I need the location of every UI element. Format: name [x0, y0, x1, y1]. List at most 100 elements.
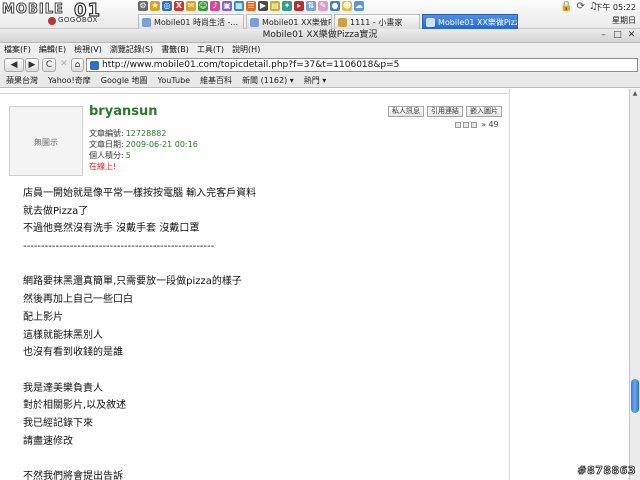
window-icon — [426, 17, 435, 27]
menu-bar: 檔案(F) 編輯(E) 檢視(V) 瀏覽記錄(S) 書籤(B) 工具(T) 說明… — [0, 43, 640, 56]
sync-icon[interactable]: ⟳ — [576, 1, 584, 13]
stop-button[interactable]: ✕ — [58, 58, 70, 72]
calendar-icon[interactable]: ▦ — [234, 1, 244, 11]
menu-edit[interactable]: 編輯(E) — [39, 43, 66, 56]
quote-link-button[interactable]: 引用連結 — [427, 106, 463, 117]
gear-icon[interactable]: ⚙ — [138, 1, 148, 11]
home-button[interactable]: ⌂ — [71, 58, 84, 72]
menu-view[interactable]: 檢視(V) — [74, 43, 102, 56]
smile-icon[interactable]: ☻ — [342, 1, 352, 11]
reload-button[interactable]: C — [42, 58, 56, 72]
paint-icon[interactable]: ✎ — [318, 1, 328, 11]
lock-icon[interactable]: 🔒 — [560, 1, 572, 13]
system-bar: MOBILE 01 GOGOBOX ⚙ ★ ◎ X ✉ ☺ ♪ ▣ ▦ ☰ ▶ … — [0, 0, 640, 29]
post-line: 我已經記錄下來 — [23, 417, 93, 429]
menu-tools[interactable]: 工具(T) — [197, 43, 224, 56]
maximize-icon[interactable]: □ — [612, 30, 623, 41]
menu-help[interactable]: 說明(H) — [232, 43, 260, 56]
post-line: 不然我們將會提出告訴 — [23, 471, 123, 480]
share-icon[interactable] — [471, 121, 477, 128]
post-line: ----------------------------------------… — [23, 241, 215, 253]
bookmark-item[interactable]: Yahoo!奇摩 — [48, 75, 91, 86]
private-message-button[interactable]: 私人訊息 — [388, 106, 424, 117]
meta-value: 5 — [125, 151, 131, 160]
taskbar-tab-4-active[interactable]: Mobile01 XX樂做Pizz... — [422, 14, 518, 29]
mail-icon[interactable]: ✉ — [186, 1, 196, 11]
close-icon[interactable]: ✕ — [626, 30, 637, 41]
star-icon[interactable]: ★ — [150, 1, 160, 11]
clock-time: 下午 05:22 — [594, 3, 636, 12]
menu-bookmarks[interactable]: 書籤(B) — [161, 43, 189, 56]
taskbar-tab-2[interactable]: Mobile01 XX樂做Pizz... — [246, 14, 332, 29]
url-text: http://www.mobile01.com/topicdetail.php?… — [102, 60, 400, 70]
post-line: 然後再加上自己一些口白 — [23, 294, 133, 306]
folder-icon[interactable]: ▤ — [270, 1, 280, 11]
bookmark-item[interactable]: YouTube — [158, 76, 191, 85]
scroll-up-icon[interactable]: ▲ — [630, 89, 640, 99]
logo-tagline: GOGOBOX — [58, 16, 98, 24]
menu-history[interactable]: 瀏覽記錄(S) — [110, 43, 153, 56]
minimize-icon[interactable]: – — [598, 30, 609, 41]
online-status: 在線上! — [89, 162, 117, 171]
terminal-icon[interactable]: ▶ — [258, 1, 268, 11]
meta-label: 文章編號: — [89, 129, 124, 138]
rss-icon[interactable]: ☰ — [246, 1, 256, 11]
embed-image-button[interactable]: 嵌入圖片 — [466, 106, 502, 117]
scroll-thumb[interactable] — [631, 379, 639, 413]
taskbar-tab-label: Mobile01 XX樂做Pizz... — [438, 17, 518, 27]
meta-row: 文章日期: 2009-06-21 00:16 — [89, 139, 198, 150]
post-number-label: » 49 — [481, 120, 499, 129]
cloud-icon[interactable]: ☁ — [354, 1, 364, 11]
taskbar-tab-1[interactable]: Mobile01 時尚生活 -... — [138, 14, 244, 29]
meta-value: 12728882 — [125, 129, 167, 138]
taskbar-tab-3[interactable]: 1111 - 小畫家 — [334, 14, 420, 29]
x-icon[interactable]: X — [174, 1, 184, 11]
page-content: 無圖示 bryansun 文章編號: 12728882 文章日期: 2009-06-… — [0, 89, 629, 480]
post-line: 對於相關影片,以及敘述 — [23, 400, 127, 412]
menu-file[interactable]: 檔案(F) — [4, 43, 31, 56]
network-icon[interactable]: ⇅ — [306, 1, 316, 11]
music-icon[interactable]: ♪ — [210, 1, 220, 11]
bookmark-item[interactable]: Google 地圖 — [101, 75, 148, 86]
mobile01-logo[interactable]: MOBILE 01 GOGOBOX — [2, 0, 126, 27]
launcher-icon-strip: ⚙ ★ ◎ X ✉ ☺ ♪ ▣ ▦ ☰ ▶ ▤ ✦ ▸ ⇅ ✎ ● ☻ ☁ — [138, 1, 364, 13]
watermark: #878863 — [577, 464, 636, 478]
bookmark-item[interactable]: 維基百科 — [200, 75, 232, 86]
avatar-placeholder-text: 無圖示 — [34, 138, 58, 147]
game-icon[interactable]: ✦ — [282, 1, 292, 11]
meta-row: 個人積分: 5 — [89, 150, 198, 161]
video-icon[interactable]: ▸ — [294, 1, 304, 11]
post-number: » 49 — [455, 120, 499, 129]
share-icon[interactable] — [455, 121, 461, 128]
post-line: 我是達美樂負責人 — [23, 382, 103, 394]
avatar[interactable]: 無圖示 — [9, 106, 83, 176]
chat-icon[interactable]: ☺ — [198, 1, 208, 11]
logo-word: MOBILE — [2, 2, 64, 18]
post-author[interactable]: bryansun — [89, 104, 157, 119]
window-icon — [250, 17, 259, 27]
bookmark-item[interactable]: 熱門 ▾ — [304, 75, 327, 86]
post-line — [23, 450, 503, 468]
share-icon[interactable] — [463, 121, 469, 128]
post-line — [23, 362, 503, 380]
photo-icon[interactable]: ▣ — [222, 1, 232, 11]
post-line: 請盡速修改 — [23, 435, 73, 447]
url-bar[interactable]: http://www.mobile01.com/topicdetail.php?… — [86, 58, 638, 72]
page-scrollbar[interactable]: ▲ — [629, 89, 640, 480]
post-line: 配上影片 — [23, 311, 63, 323]
clock[interactable]: 下午 05:22 星期日 — [592, 1, 636, 27]
taskbar-tabs: Mobile01 時尚生活 -... Mobile01 XX樂做Pizz... … — [138, 14, 518, 29]
globe-icon[interactable]: ◎ — [162, 1, 172, 11]
bookmark-item[interactable]: 新聞 (1162) ▾ — [242, 75, 294, 86]
post-line: 網路要抹黑還真簡單,只需要放一段做pizza的樣子 — [23, 276, 242, 288]
taskbar-tab-label: Mobile01 XX樂做Pizz... — [262, 17, 332, 27]
post-line: 也沒有看到收錢的是誰 — [23, 347, 123, 359]
bookmark-item[interactable]: 蘋果台灣 — [6, 75, 38, 86]
post-line: 這樣就能抹黑別人 — [23, 329, 103, 341]
taskbar-tab-label: 1111 - 小畫家 — [350, 17, 403, 27]
post-meta: 文章編號: 12728882 文章日期: 2009-06-21 00:16 個人積分… — [89, 128, 198, 172]
browser-icon[interactable]: ● — [330, 1, 340, 11]
back-button[interactable]: ◀ — [4, 58, 24, 72]
forward-button[interactable]: ▶ — [25, 58, 39, 72]
post-line — [23, 256, 503, 274]
